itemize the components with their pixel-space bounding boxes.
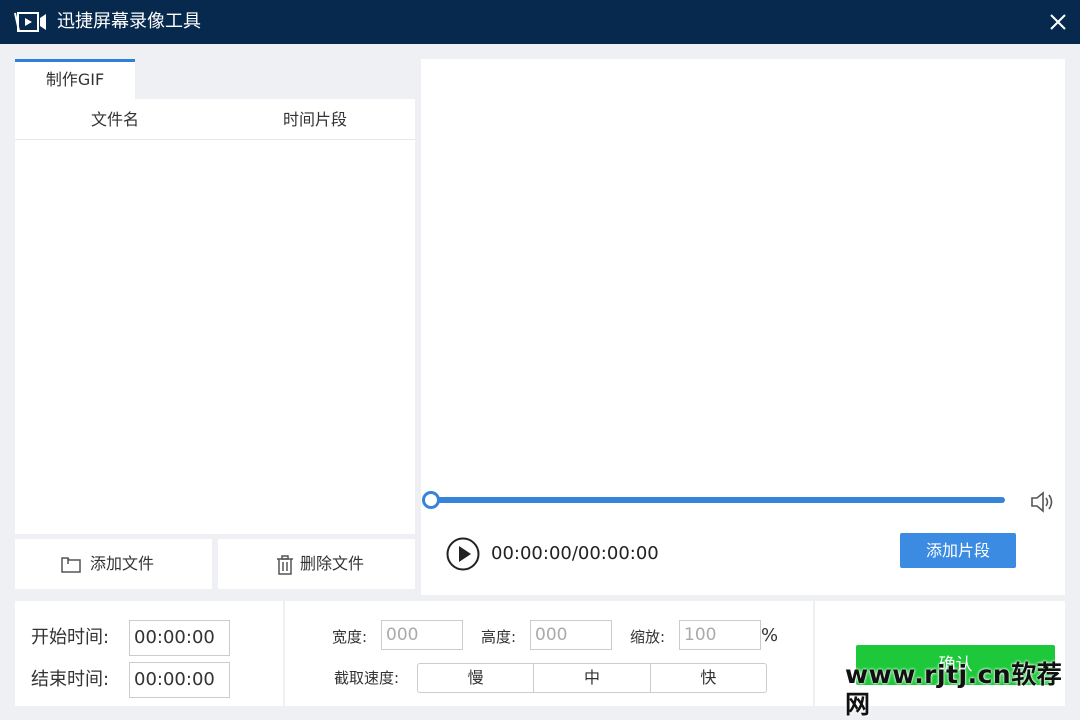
watermark-text: www.rjtj.cn软荐网 [845, 660, 1063, 719]
add-file-button[interactable]: 添加文件 [15, 539, 212, 589]
speed-fast-button[interactable]: 快 [651, 664, 766, 692]
timecode-display: 00:00:00/00:00:00 [491, 543, 659, 564]
file-list: 文件名 时间片段 [15, 99, 415, 534]
progress-bar[interactable] [430, 497, 1005, 503]
file-list-panel: 制作GIF 文件名 时间片段 [15, 59, 415, 534]
height-input[interactable]: 000 [530, 620, 612, 650]
end-time-label: 结束时间: [31, 669, 110, 690]
height-label: 高度: [481, 628, 517, 646]
add-segment-button[interactable]: 添加片段 [900, 533, 1016, 568]
video-preview [421, 59, 1065, 595]
progress-handle[interactable] [422, 491, 440, 509]
speed-slow-button[interactable]: 慢 [418, 664, 535, 692]
capture-speed-label: 截取速度: [334, 669, 400, 687]
speed-medium-button[interactable]: 中 [534, 664, 651, 692]
width-label: 宽度: [332, 628, 368, 646]
start-time-input[interactable]: 00:00:00 [129, 620, 230, 656]
tab-make-gif[interactable]: 制作GIF [15, 59, 135, 99]
window-title: 迅捷屏幕录像工具 [57, 11, 201, 32]
screen-recorder-icon [14, 12, 46, 32]
folder-icon [61, 557, 81, 573]
column-header-filename: 文件名 [90, 110, 139, 129]
time-settings: 开始时间: 00:00:00 结束时间: 00:00:00 [15, 601, 283, 706]
scale-label: 缩放: [630, 628, 666, 646]
delete-file-button[interactable]: 删除文件 [218, 539, 415, 589]
add-file-label: 添加文件 [90, 554, 155, 573]
close-icon[interactable] [1044, 8, 1072, 36]
capture-speed-selector: 慢 中 快 [417, 663, 767, 693]
scale-input[interactable]: 100 [679, 620, 761, 650]
volume-icon[interactable] [1030, 490, 1056, 514]
play-icon[interactable] [446, 537, 480, 571]
scale-unit: % [761, 625, 779, 646]
trash-icon [277, 555, 293, 575]
title-bar: 迅捷屏幕录像工具 [0, 0, 1080, 44]
end-time-input[interactable]: 00:00:00 [129, 662, 230, 698]
column-header-time-segment: 时间片段 [282, 110, 347, 129]
gif-parameters: 宽度: 000 高度: 000 缩放: 100 % 截取速度: 慢 中 快 [285, 601, 813, 706]
width-input[interactable]: 000 [381, 620, 463, 650]
start-time-label: 开始时间: [31, 627, 110, 648]
delete-file-label: 删除文件 [300, 554, 365, 573]
file-list-header: 文件名 时间片段 [15, 99, 415, 140]
